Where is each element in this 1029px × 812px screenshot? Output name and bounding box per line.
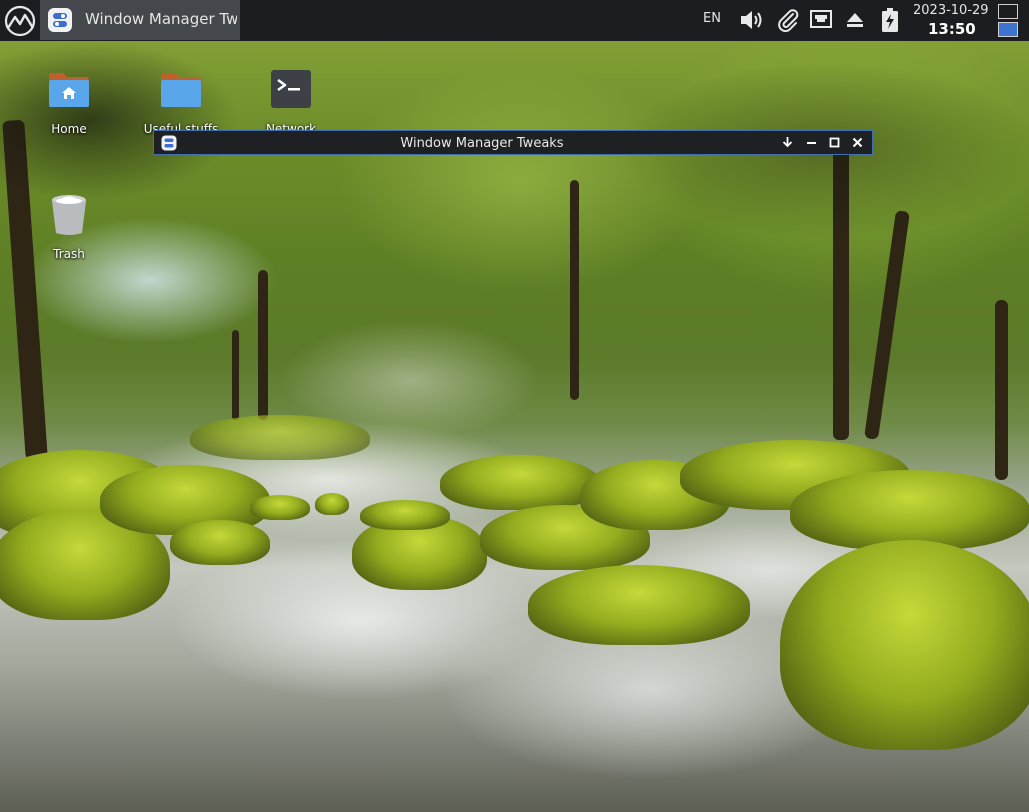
workspace-1-button[interactable] [998,4,1018,19]
desktop-icon-label: Trash [53,247,85,261]
close-button[interactable] [849,134,866,151]
trash-icon [52,195,86,235]
application-menu-icon[interactable] [2,2,38,38]
network-wired-icon[interactable] [809,9,833,31]
window-manager-tweaks-icon [48,8,72,32]
paperclip-icon[interactable] [776,8,800,32]
maximize-button[interactable] [826,134,843,151]
desktop-icon-label: Home [51,122,87,136]
window-manager-tweaks-window[interactable]: Window Manager Tweaks [153,130,873,155]
volume-icon[interactable] [739,8,765,32]
window-title: Window Manager Tweaks [400,136,564,151]
clock-time[interactable]: 13:50 [928,20,976,38]
keyboard-layout-indicator[interactable]: EN [703,11,721,26]
minimize-button[interactable] [803,134,820,151]
folder-icon [161,73,201,107]
desktop-icon-home[interactable]: Home [21,68,117,148]
shade-button[interactable] [779,134,796,151]
eject-icon[interactable] [845,10,865,30]
desktop-icon-trash[interactable]: Trash [21,193,117,273]
clock-date[interactable]: 2023-10-29 [913,3,989,18]
taskbar-window-button[interactable]: Window Manager Tw... [40,0,240,40]
battery-charging-icon[interactable] [880,7,900,33]
home-folder-icon [49,73,89,107]
taskbar-window-title: Window Manager Tw... [85,10,237,28]
top-panel: Window Manager Tw... EN 2023-10-29 13:50 [0,0,1029,41]
terminal-icon [271,70,311,108]
workspace-2-button[interactable] [998,22,1018,37]
